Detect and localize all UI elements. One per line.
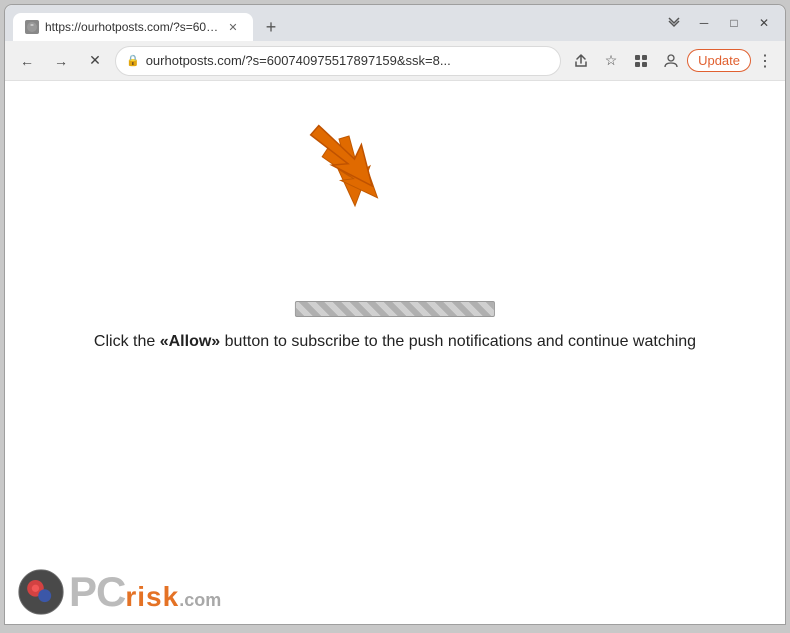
logo-text-group: PC risk .com (69, 571, 221, 613)
page-content: Click the «Allow» button to subscribe to… (5, 81, 785, 624)
logo-dotcom-text: .com (179, 591, 221, 609)
menu-button[interactable]: ⋮ (753, 49, 777, 73)
logo-pc-risk-line: PC risk .com (69, 571, 221, 613)
tab-area: https://ourhotposts.com/?s=600... ✕ + (13, 5, 657, 41)
close-button[interactable]: ✕ (751, 10, 777, 36)
logo-risk-text: risk (125, 583, 179, 611)
allow-keyword: «Allow» (160, 333, 220, 350)
extensions-button[interactable] (627, 47, 655, 75)
maximize-button[interactable]: □ (721, 10, 747, 36)
nav-actions: ☆ Update ⋮ (567, 47, 777, 75)
bookmark-button[interactable]: ☆ (597, 47, 625, 75)
tab-favicon (25, 20, 39, 34)
pcrisk-logo-icon (17, 568, 65, 616)
new-tab-button[interactable]: + (257, 13, 285, 41)
logo-pc-text: PC (69, 571, 125, 613)
lock-icon: 🔒 (126, 54, 140, 67)
progress-bar (295, 301, 495, 317)
minimize-button[interactable]: ─ (691, 10, 717, 36)
address-bar[interactable]: 🔒 ourhotposts.com/?s=600740975517897159&… (115, 46, 561, 76)
share-button[interactable] (567, 47, 595, 75)
active-tab[interactable]: https://ourhotposts.com/?s=600... ✕ (13, 13, 253, 41)
progress-area: Click the «Allow» button to subscribe to… (94, 301, 696, 351)
profile-button[interactable] (657, 47, 685, 75)
tab-title: https://ourhotposts.com/?s=600... (45, 20, 219, 34)
tab-close-button[interactable]: ✕ (225, 19, 241, 35)
pointing-arrow (295, 106, 385, 211)
window-controls: ─ □ ✕ (661, 5, 777, 41)
reload-button[interactable]: ✕ (81, 47, 109, 75)
forward-button[interactable]: → (47, 47, 75, 75)
arrow-svg (295, 106, 385, 206)
back-button[interactable]: ← (13, 47, 41, 75)
instruction-text: Click the «Allow» button to subscribe to… (94, 333, 696, 351)
update-button[interactable]: Update (687, 49, 751, 72)
navigation-bar: ← → ✕ 🔒 ourhotposts.com/?s=6007409755178… (5, 41, 785, 81)
watermark: PC risk .com (5, 560, 233, 624)
url-text: ourhotposts.com/?s=600740975517897159&ss… (146, 53, 550, 68)
browser-window: https://ourhotposts.com/?s=600... ✕ + ─ … (4, 4, 786, 625)
expand-icon[interactable] (661, 10, 687, 36)
pcrisk-logo: PC risk .com (17, 568, 221, 616)
title-bar: https://ourhotposts.com/?s=600... ✕ + ─ … (5, 5, 785, 41)
